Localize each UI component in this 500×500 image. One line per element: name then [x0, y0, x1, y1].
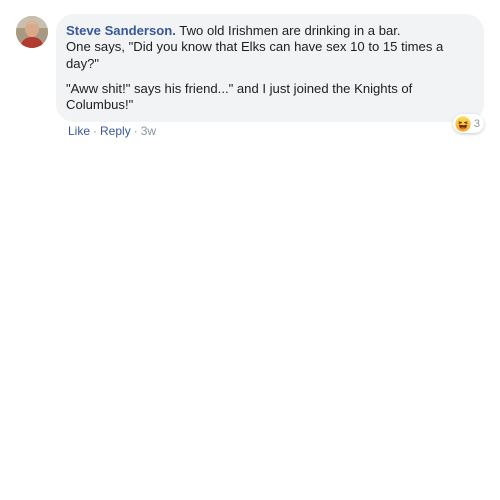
reaction-summary[interactable]: 3 [452, 114, 484, 133]
reply-button[interactable]: Reply [100, 124, 131, 138]
comment-actions: Like · Reply · 3w [68, 124, 156, 138]
comment-bubble: Steve Sanderson. Two old Irishmen are dr… [56, 14, 484, 123]
like-button[interactable]: Like [68, 124, 90, 138]
page: Steve Sanderson. Two old Irishmen are dr… [0, 0, 500, 500]
reaction-count: 3 [473, 117, 480, 130]
comment-paragraph-2: "Aww shit!" says his friend..." and I ju… [66, 80, 413, 113]
separator: · [133, 124, 138, 138]
comment-paragraph-1: Steve Sanderson. Two old Irishmen are dr… [66, 23, 472, 72]
comment-text-line-1: Two old Irishmen are drinking in a bar. [179, 23, 401, 38]
timestamp[interactable]: 3w [141, 124, 156, 138]
author-name[interactable]: Steve Sanderson. [66, 23, 176, 38]
separator: · [93, 124, 98, 138]
haha-emoji-icon [455, 115, 471, 132]
comment-text-line-2: One says, "Did you know that Elks can ha… [66, 39, 444, 71]
profile-photo-icon [16, 16, 48, 48]
avatar[interactable] [16, 16, 48, 48]
